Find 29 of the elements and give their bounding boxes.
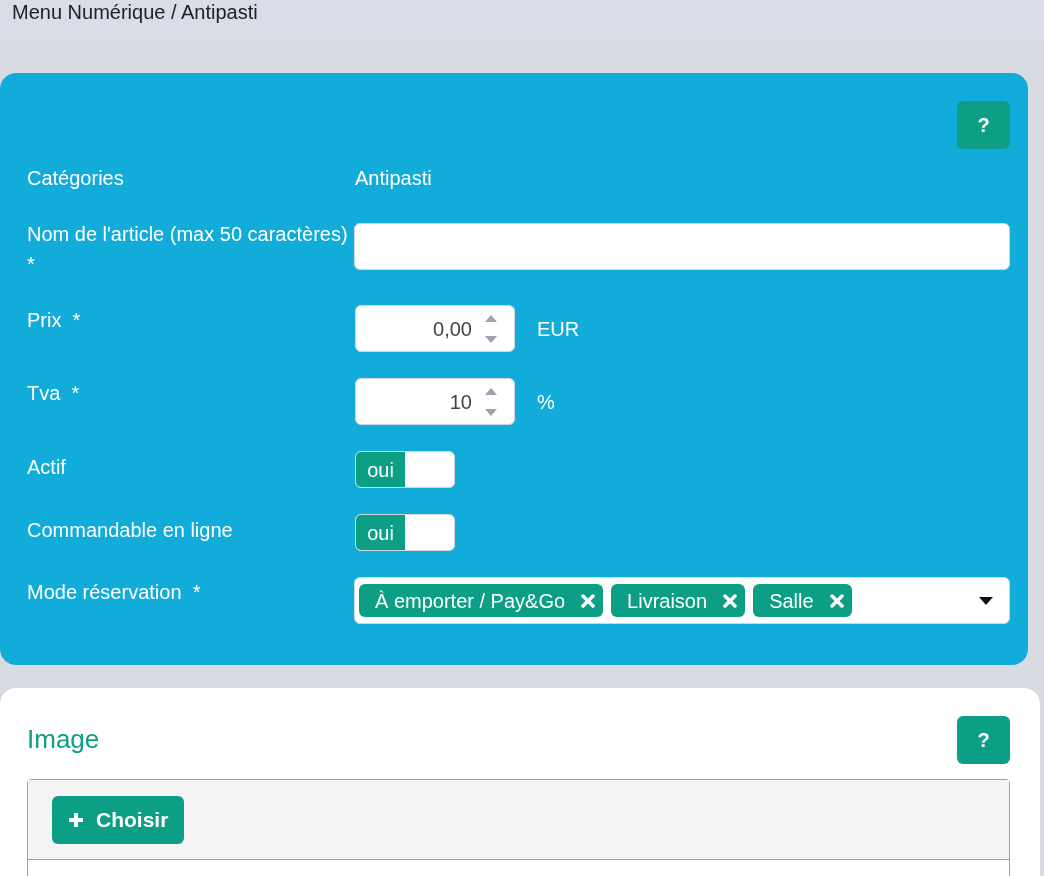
choose-button[interactable]: Choisir (52, 795, 185, 844)
toggle-switch[interactable]: oui (355, 514, 455, 551)
number-field[interactable]: 10 (355, 378, 515, 425)
help-button[interactable]: ? (957, 101, 1010, 149)
field-value: Antipasti (355, 167, 432, 189)
field-label: Tva * (27, 382, 81, 404)
help-button[interactable]: ? (957, 716, 1010, 764)
input-field[interactable] (354, 223, 1010, 270)
tag-chip[interactable]: Salle (753, 584, 852, 617)
close-icon[interactable] (829, 593, 844, 608)
breadcrumb: Menu Numérique / Antipasti (12, 1, 258, 23)
section-title: Image (27, 723, 100, 756)
multi-select[interactable]: À emporter / Pay&Go Livraison Salle (354, 577, 1010, 624)
number-field[interactable]: 0,00 (355, 305, 515, 352)
tag-chip[interactable]: Livraison (611, 584, 746, 617)
toggle-switch[interactable]: oui (355, 451, 455, 488)
field-label: Mode réservation * (27, 581, 202, 603)
field-label: Catégories (27, 167, 125, 189)
tag-chip[interactable]: À emporter / Pay&Go (359, 584, 604, 617)
caret-icon[interactable] (979, 596, 993, 605)
field-label: Commandable en ligne (27, 519, 234, 541)
close-icon[interactable] (581, 593, 596, 608)
field-label: Actif (27, 456, 67, 478)
field-label: Prix * (27, 309, 82, 331)
unit-label: EUR (537, 316, 580, 342)
plus-icon (68, 811, 84, 828)
close-icon[interactable] (723, 593, 738, 608)
unit-label: % (537, 389, 555, 415)
field-label: Nom de l'article (max 50 caractères) * (27, 223, 349, 275)
